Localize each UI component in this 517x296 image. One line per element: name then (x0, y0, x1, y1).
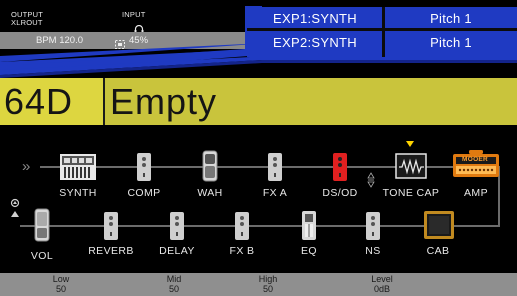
wah-pedal-icon (202, 150, 218, 182)
preset-number[interactable]: 64D (0, 78, 103, 125)
param-mid-value: 50 (168, 283, 179, 294)
chain-block-cab[interactable] (424, 211, 454, 239)
param-low-value: 50 (55, 283, 66, 294)
preset-name[interactable]: Empty (110, 78, 217, 125)
chain-block-tonecap[interactable] (395, 153, 427, 179)
amp-brand: MOOER (462, 156, 489, 163)
param-level[interactable]: Level 0dB (352, 274, 412, 294)
input-arrow-icon: » (22, 158, 31, 175)
param-high[interactable]: High 50 (238, 274, 298, 294)
device-screen: OUTPUT XLROUT INPUT BPM 120.0 45% EXP1:S… (0, 0, 517, 296)
exp1-param[interactable]: Pitch 1 (385, 9, 517, 28)
param-low[interactable]: Low 50 (31, 274, 91, 294)
chain-block-fxb[interactable] (235, 212, 249, 240)
exp1-assign[interactable]: EXP1:SYNTH (250, 9, 380, 28)
chain-block-ns[interactable] (366, 212, 380, 240)
chain-block-vol[interactable] (34, 208, 50, 242)
chain-block-eq[interactable] (302, 211, 316, 240)
chain-label-cab: CAB (426, 245, 450, 257)
synth-icon (60, 154, 96, 180)
volume-pedal-icon (34, 208, 50, 242)
scroll-arrows-icon[interactable] (10, 198, 20, 220)
chain-block-comp[interactable] (137, 153, 151, 181)
eq-icon (302, 211, 316, 240)
chain-block-synth[interactable] (60, 154, 96, 180)
chain-label-dsod: DS/OD (322, 187, 358, 199)
tone-cap-icon (395, 153, 427, 179)
chain-label-amp: AMP (464, 187, 488, 199)
chain-block-fxa[interactable] (268, 153, 282, 181)
param-mid[interactable]: Mid 50 (144, 274, 204, 294)
updown-arrows-icon[interactable] (367, 172, 375, 188)
amp-icon (453, 150, 499, 177)
param-high-value: 50 (262, 283, 273, 294)
chain-block-wah[interactable] (202, 150, 218, 182)
chain-block-amp[interactable]: MOOER (453, 150, 499, 177)
chain-block-dsod[interactable] (333, 153, 347, 181)
chain-block-delay[interactable] (170, 212, 184, 240)
chain-block-reverb[interactable] (104, 212, 118, 240)
cab-icon (424, 211, 454, 239)
chain-label-vol: VOL (30, 250, 54, 262)
selection-marker-icon (406, 141, 414, 147)
param-level-value: 0dB (373, 283, 390, 294)
header-stripes (0, 50, 517, 78)
preset-divider (103, 78, 105, 125)
